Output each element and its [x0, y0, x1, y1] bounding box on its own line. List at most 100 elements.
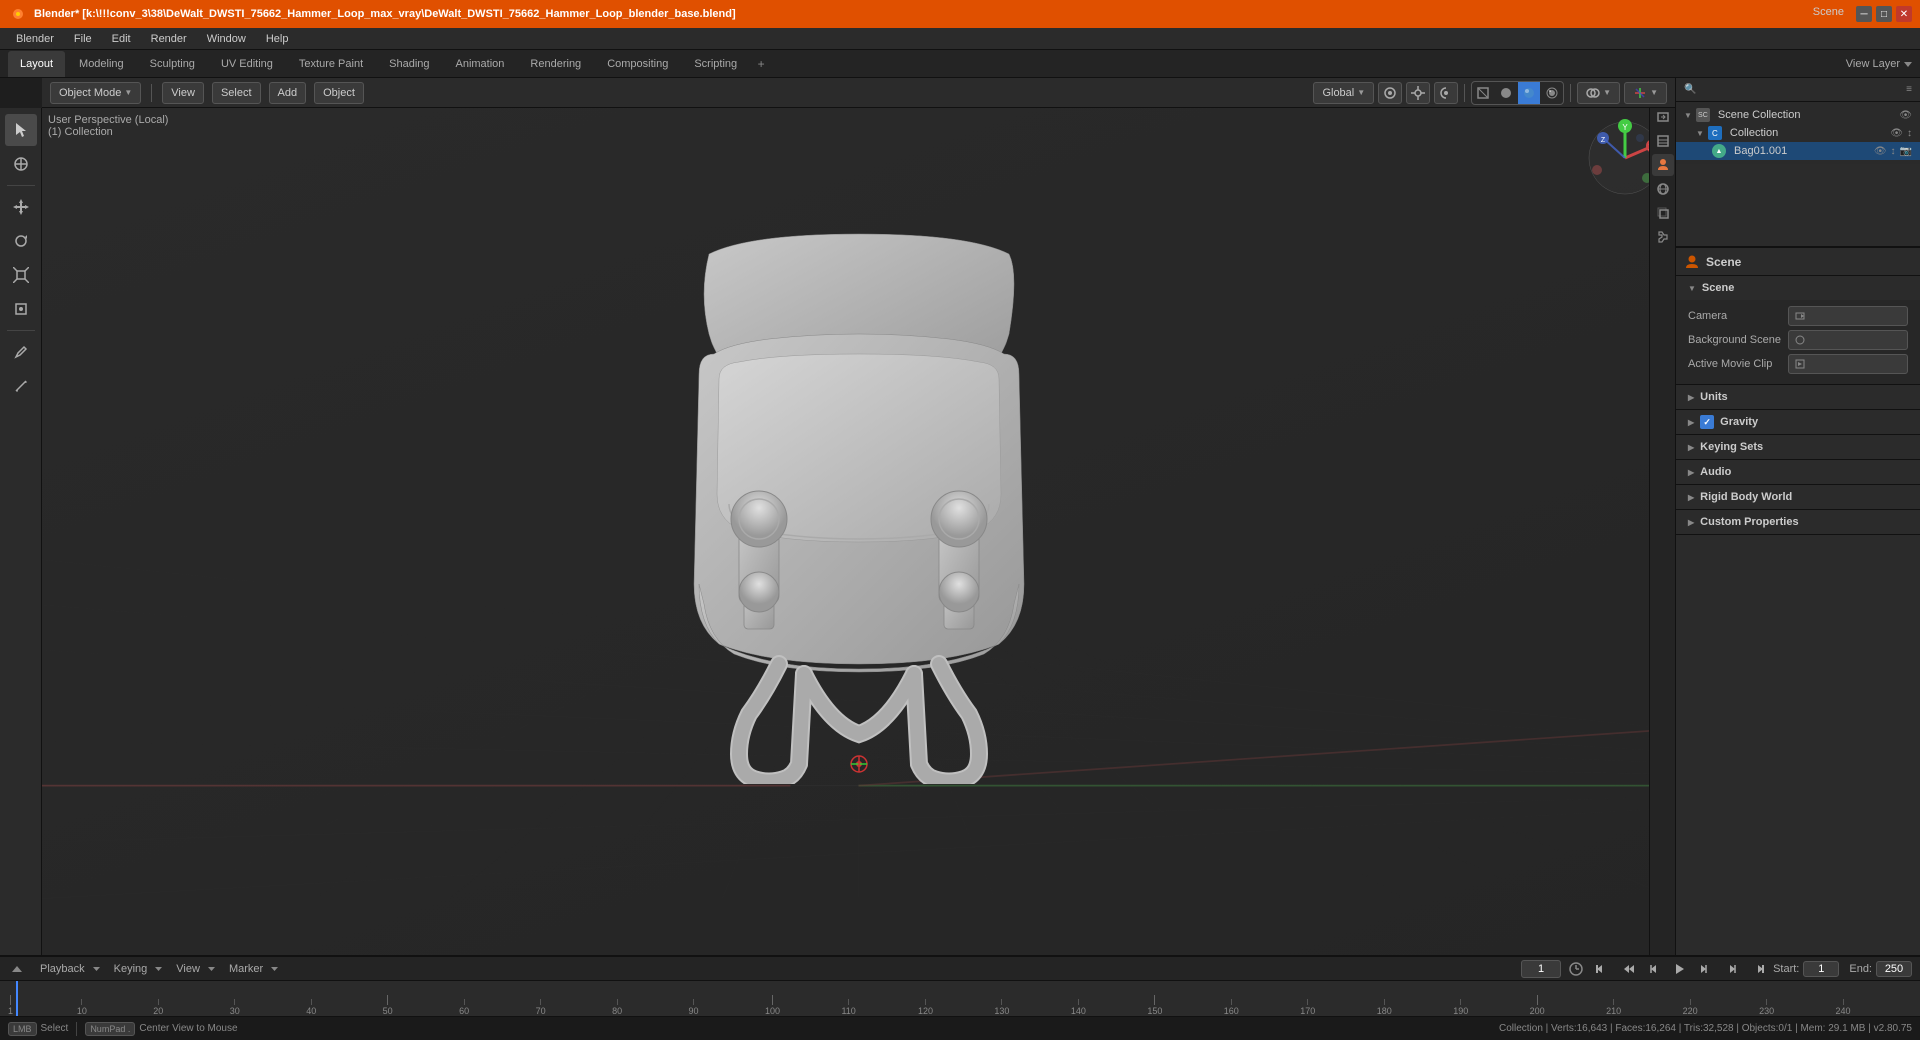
scale-tool-button[interactable]: [5, 259, 37, 291]
minimize-button[interactable]: ─: [1856, 6, 1872, 22]
add-menu-button[interactable]: Add: [269, 82, 307, 104]
view-layer-props-btn[interactable]: [1652, 130, 1674, 152]
transform-pivot-btn[interactable]: [1434, 82, 1458, 104]
bg-scene-value-field[interactable]: [1788, 330, 1908, 350]
tab-uv-editing[interactable]: UV Editing: [209, 51, 285, 77]
menu-window[interactable]: Window: [199, 31, 254, 47]
global-dropdown[interactable]: Global ▼: [1313, 82, 1374, 104]
output-props-btn[interactable]: [1652, 106, 1674, 128]
play-btn[interactable]: [1669, 958, 1691, 980]
tab-scripting[interactable]: Scripting: [682, 51, 749, 77]
rendered-mode-btn[interactable]: [1541, 82, 1563, 104]
jump-start-icon: [1595, 962, 1609, 976]
jump-back-btn[interactable]: [1617, 958, 1639, 980]
current-frame-input[interactable]: 1: [1521, 960, 1561, 978]
keying-menu[interactable]: Keying: [108, 961, 163, 977]
tab-layout[interactable]: Layout: [8, 51, 65, 77]
step-back-btn[interactable]: [1643, 958, 1665, 980]
stats-text: Collection | Verts:16,643 | Faces:16,264…: [1499, 1023, 1912, 1034]
units-section-header[interactable]: ▶ Units: [1676, 385, 1920, 409]
measure-tool-button[interactable]: [5, 370, 37, 402]
tab-animation[interactable]: Animation: [444, 51, 517, 77]
scene-collection-label: Scene Collection: [1718, 109, 1801, 121]
bag-restrict-select-icon[interactable]: ↕: [1891, 146, 1896, 157]
proportional-editing-btn[interactable]: [1378, 82, 1402, 104]
menu-render[interactable]: Render: [143, 31, 195, 47]
object-menu-button[interactable]: Object: [314, 82, 364, 104]
collection-restrict-select-icon[interactable]: ↕: [1907, 128, 1912, 139]
wireframe-mode-btn[interactable]: [1472, 82, 1494, 104]
audio-section-header[interactable]: ▶ Audio: [1676, 460, 1920, 484]
view-menu-button[interactable]: View: [162, 82, 204, 104]
timeline-view-menu[interactable]: View: [170, 961, 215, 977]
timeline-collapse-btn[interactable]: [8, 960, 26, 978]
tab-sculpting[interactable]: Sculpting: [138, 51, 207, 77]
collection-visibility-icon[interactable]: 👁: [1890, 128, 1903, 139]
gizmo-button[interactable]: ▼: [1624, 82, 1667, 104]
solid-mode-btn[interactable]: [1495, 82, 1517, 104]
marker-label: Marker: [223, 961, 269, 977]
tab-compositing[interactable]: Compositing: [595, 51, 680, 77]
camera-value-field[interactable]: [1788, 306, 1908, 326]
select-menu-button[interactable]: Select: [212, 82, 261, 104]
rigid-body-world-section-header[interactable]: ▶ Rigid Body World: [1676, 485, 1920, 509]
jump-to-start-btn[interactable]: [1591, 958, 1613, 980]
transform-tool-button[interactable]: [5, 293, 37, 325]
start-frame-input[interactable]: [1803, 961, 1839, 977]
snap-btn[interactable]: [1406, 82, 1430, 104]
menu-help[interactable]: Help: [258, 31, 297, 47]
scene-collection-visibility-icon[interactable]: 👁: [1899, 110, 1912, 121]
custom-properties-section-header[interactable]: ▶ Custom Properties: [1676, 510, 1920, 534]
annotate-tool-button[interactable]: [5, 336, 37, 368]
viewport-3d[interactable]: User Perspective (Local) (1) Collection …: [42, 108, 1675, 955]
right-panel: View Layer 🔍 🔍 ≡ ▼ SC Scene Collection 👁…: [1675, 50, 1920, 1040]
move-tool-button[interactable]: [5, 191, 37, 223]
tab-modeling[interactable]: Modeling: [67, 51, 136, 77]
movie-clip-value-field[interactable]: [1788, 354, 1908, 374]
playback-menu[interactable]: Playback: [34, 961, 100, 977]
material-preview-btn[interactable]: [1518, 82, 1540, 104]
outliner-sort-icon[interactable]: ≡: [1906, 84, 1912, 95]
outliner-bag-object[interactable]: ▲ Bag01.001 👁 ↕ 📷: [1676, 142, 1920, 160]
tab-shading[interactable]: Shading: [377, 51, 441, 77]
tab-texture-paint[interactable]: Texture Paint: [287, 51, 375, 77]
outliner-content: ▼ SC Scene Collection 👁 ▼ C Collection 👁…: [1676, 102, 1920, 164]
timeline-playhead[interactable]: [16, 981, 18, 1016]
timeline-ruler[interactable]: 1102030405060708090100110120130140150160…: [8, 981, 1912, 1017]
scene-section-header[interactable]: ▼ Scene: [1676, 276, 1920, 300]
maximize-button[interactable]: □: [1876, 6, 1892, 22]
overlay-button[interactable]: ▼: [1577, 82, 1620, 104]
menu-file[interactable]: File: [66, 31, 100, 47]
jump-to-end-btn[interactable]: [1747, 958, 1769, 980]
select-tool-button[interactable]: [5, 114, 37, 146]
keying-sets-section-header[interactable]: ▶ Keying Sets: [1676, 435, 1920, 459]
tab-rendering[interactable]: Rendering: [518, 51, 593, 77]
rotate-tool-button[interactable]: [5, 225, 37, 257]
outliner-filter-icon[interactable]: 🔍: [1684, 84, 1696, 95]
viewport-canvas[interactable]: User Perspective (Local) (1) Collection …: [42, 108, 1675, 955]
object-props-btn[interactable]: [1652, 202, 1674, 224]
modifier-icon: [1656, 230, 1670, 244]
close-button[interactable]: ✕: [1896, 6, 1912, 22]
gravity-enabled-checkbox[interactable]: ✓: [1700, 415, 1714, 429]
world-props-btn[interactable]: [1652, 178, 1674, 200]
frame-mark-40: 40: [306, 999, 316, 1016]
outliner-collection[interactable]: ▼ C Collection 👁 ↕: [1676, 124, 1920, 142]
viewport-toolbar: Object Mode ▼ View Select Add Object Glo…: [42, 78, 1675, 108]
modifier-props-btn[interactable]: [1652, 226, 1674, 248]
object-mode-dropdown[interactable]: Object Mode ▼: [50, 82, 141, 104]
gravity-section-header[interactable]: ▶ ✓ Gravity: [1676, 410, 1920, 434]
cursor-tool-button[interactable]: [5, 148, 37, 180]
step-forward-btn[interactable]: [1721, 958, 1743, 980]
play-end-btn[interactable]: [1695, 958, 1717, 980]
outliner-scene-collection[interactable]: ▼ SC Scene Collection 👁: [1676, 106, 1920, 124]
bag-render-icon[interactable]: 📷: [1900, 146, 1912, 157]
menu-edit[interactable]: Edit: [104, 31, 139, 47]
bag-visibility-icon[interactable]: 👁: [1874, 146, 1887, 157]
scene-props-btn[interactable]: [1652, 154, 1674, 176]
marker-menu[interactable]: Marker: [223, 961, 278, 977]
menu-blender[interactable]: Blender: [8, 31, 62, 47]
bag-svg: [649, 224, 1069, 784]
add-workspace-button[interactable]: +: [751, 54, 771, 74]
end-frame-input[interactable]: [1876, 961, 1912, 977]
